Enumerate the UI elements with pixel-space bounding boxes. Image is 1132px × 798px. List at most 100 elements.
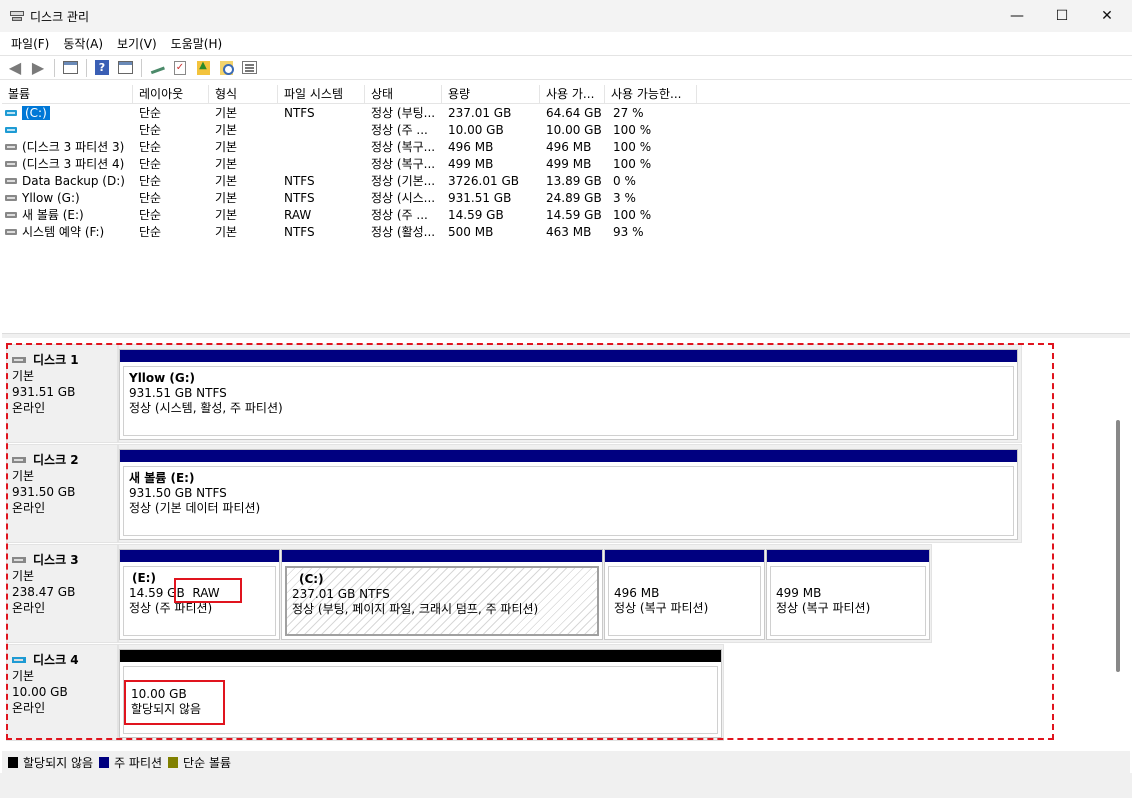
properties-icon <box>117 61 133 74</box>
legend-label: 주 파티션 <box>114 755 163 770</box>
column-header-type[interactable]: 형식 <box>209 85 278 104</box>
table-row[interactable]: 새 볼륨 (E:) 단순 기본 RAW 정상 (주 ... 14.59 GB 1… <box>2 207 702 224</box>
table-row[interactable]: (C:) 단순 기본 NTFS 정상 (부팅... 237.01 GB 64.6… <box>2 105 702 122</box>
partition-body: 새 볼륨 (E:) 931.50 GB NTFS 정상 (기본 데이터 파티션) <box>123 466 1014 536</box>
volume-status: 정상 (활성... <box>371 225 436 239</box>
disk-type: 기본 <box>12 369 35 383</box>
column-header-capacity[interactable]: 용량 <box>442 85 540 104</box>
disk-icon <box>12 457 26 463</box>
partition-status: 정상 (복구 파티션) <box>776 601 871 615</box>
volume-capacity: 499 MB <box>448 157 494 171</box>
volume-file-system: NTFS <box>284 191 315 205</box>
partition-recovery-3[interactable]: 496 MB 정상 (복구 파티션) <box>604 549 765 640</box>
volume-free-space: 496 MB <box>546 140 592 154</box>
volume-icon <box>5 229 17 235</box>
toolbar-separator <box>54 58 55 77</box>
disk-type: 기본 <box>12 469 35 483</box>
search-icon <box>219 60 234 75</box>
partition-status: 정상 (주 파티션) <box>129 601 213 615</box>
volume-icon <box>5 127 17 133</box>
table-row[interactable]: 시스템 예약 (F:) 단순 기본 NTFS 정상 (활성... 500 MB … <box>2 224 702 241</box>
legend-swatch <box>8 756 18 768</box>
console-tree-button[interactable] <box>60 58 80 78</box>
minimize-button[interactable]: — <box>994 0 1040 32</box>
disk-management-app-icon <box>10 10 24 22</box>
legend-item-simple: 단순 볼륨 <box>168 754 231 771</box>
partition-raw-e[interactable]: (E:) 14.59 GB RAW 정상 (주 파티션) <box>119 549 280 640</box>
table-row[interactable]: Yllow (G:) 단순 기본 NTFS 정상 (시스... 931.51 G… <box>2 190 702 207</box>
list-view-button[interactable] <box>239 58 259 78</box>
vertical-scrollbar-thumb[interactable] <box>1116 420 1120 672</box>
partition-name: Yllow (G:) <box>129 371 196 385</box>
partition-c[interactable]: (C:) 237.01 GB NTFS 정상 (부팅, 페이지 파일, 크래시 … <box>281 549 603 640</box>
forward-arrow-icon: ▶ <box>31 58 45 77</box>
primary-partition-bar <box>120 350 1017 362</box>
unallocated-space[interactable]: 10.00 GB 할당되지 않음 <box>119 649 722 738</box>
table-row[interactable]: (디스크 3 파티션 3) 단순 기본 정상 (복구... 496 MB 496… <box>2 139 702 156</box>
partition-new-volume-e[interactable]: 새 볼륨 (E:) 931.50 GB NTFS 정상 (기본 데이터 파티션) <box>119 449 1018 540</box>
back-button[interactable]: ◀ <box>5 58 25 78</box>
partition-yllow-g[interactable]: Yllow (G:) 931.51 GB NTFS 정상 (시스템, 활성, 주… <box>119 349 1018 440</box>
volume-file-system: NTFS <box>284 225 315 239</box>
help-button[interactable]: ? <box>92 58 112 78</box>
partition-status: 정상 (부팅, 페이지 파일, 크래시 덤프, 주 파티션) <box>292 602 539 616</box>
column-header-free-space[interactable]: 사용 가... <box>540 85 605 104</box>
volume-capacity: 931.51 GB <box>448 191 512 205</box>
close-button[interactable]: ✕ <box>1084 0 1130 32</box>
primary-partition-bar <box>120 550 279 562</box>
legend-label: 할당되지 않음 <box>23 755 94 770</box>
volume-type: 기본 <box>215 225 238 239</box>
table-row[interactable]: (디스크 3 파티션 4) 단순 기본 정상 (복구... 499 MB 499… <box>2 156 702 173</box>
volume-type: 기본 <box>215 174 238 188</box>
disk-type: 기본 <box>12 669 35 683</box>
table-row[interactable]: 단순 기본 정상 (주 ... 10.00 GB 10.00 GB 100 % <box>2 122 702 139</box>
column-header-file-system[interactable]: 파일 시스템 <box>278 85 365 104</box>
volume-free-space: 499 MB <box>546 157 592 171</box>
volume-free-space: 10.00 GB <box>546 123 602 137</box>
column-header-volume[interactable]: 볼륨 <box>2 85 133 104</box>
disk-type: 기본 <box>12 569 35 583</box>
legend-item-primary: 주 파티션 <box>99 754 162 771</box>
disk-4-label[interactable]: 디스크 4 기본 10.00 GB 온라인 <box>6 644 118 741</box>
volume-capacity: 500 MB <box>448 225 494 239</box>
disk-size: 10.00 GB <box>12 685 68 699</box>
legend-swatch <box>168 756 179 768</box>
status-bar <box>0 773 1132 798</box>
disk-name: 디스크 1 <box>33 353 79 367</box>
console-tree-icon <box>62 61 78 74</box>
volume-type: 기본 <box>215 123 238 137</box>
column-header-layout[interactable]: 레이아웃 <box>133 85 209 104</box>
primary-partition-bar <box>605 550 764 562</box>
volume-layout: 단순 <box>139 106 162 120</box>
volume-status: 정상 (복구... <box>371 157 436 171</box>
maximize-button[interactable]: ☐ <box>1039 0 1085 32</box>
disk-name: 디스크 3 <box>33 553 79 567</box>
connect-drive-button[interactable] <box>147 58 167 78</box>
menu-help[interactable]: 도움말(H) <box>164 35 230 52</box>
volume-file-system: NTFS <box>284 174 315 188</box>
title-bar: 디스크 관리 — ☐ ✕ <box>0 0 1132 32</box>
properties-button[interactable] <box>115 58 135 78</box>
disk-1-label[interactable]: 디스크 1 기본 931.51 GB 온라인 <box>6 344 118 443</box>
volume-icon <box>5 144 17 150</box>
volume-percent-free: 100 % <box>613 140 652 154</box>
up-folder-button[interactable]: ▲ <box>193 58 213 78</box>
disk-3-label[interactable]: 디스크 3 기본 238.47 GB 온라인 <box>6 544 118 643</box>
toolbar: ◀ ▶ ? ✓ ▲ <box>0 55 1132 80</box>
menu-action[interactable]: 동작(A) <box>56 35 110 52</box>
table-row[interactable]: Data Backup (D:) 단순 기본 NTFS 정상 (기본... 37… <box>2 173 702 190</box>
check-button[interactable]: ✓ <box>170 58 190 78</box>
disk-icon <box>12 657 26 663</box>
legend-item-unallocated: 할당되지 않음 <box>8 754 93 771</box>
disk-2-label[interactable]: 디스크 2 기본 931.50 GB 온라인 <box>6 444 118 543</box>
column-header-percent-free[interactable]: 사용 가능한... <box>605 85 697 104</box>
column-header-status[interactable]: 상태 <box>365 85 442 104</box>
disk-icon <box>12 357 26 363</box>
forward-button[interactable]: ▶ <box>28 58 48 78</box>
menu-view[interactable]: 보기(V) <box>110 35 164 52</box>
partition-recovery-4[interactable]: 499 MB 정상 (복구 파티션) <box>766 549 930 640</box>
volume-free-space: 14.59 GB <box>546 208 602 222</box>
partition-body: 499 MB 정상 (복구 파티션) <box>770 566 926 636</box>
search-button[interactable] <box>216 58 236 78</box>
menu-file[interactable]: 파일(F) <box>4 35 56 52</box>
